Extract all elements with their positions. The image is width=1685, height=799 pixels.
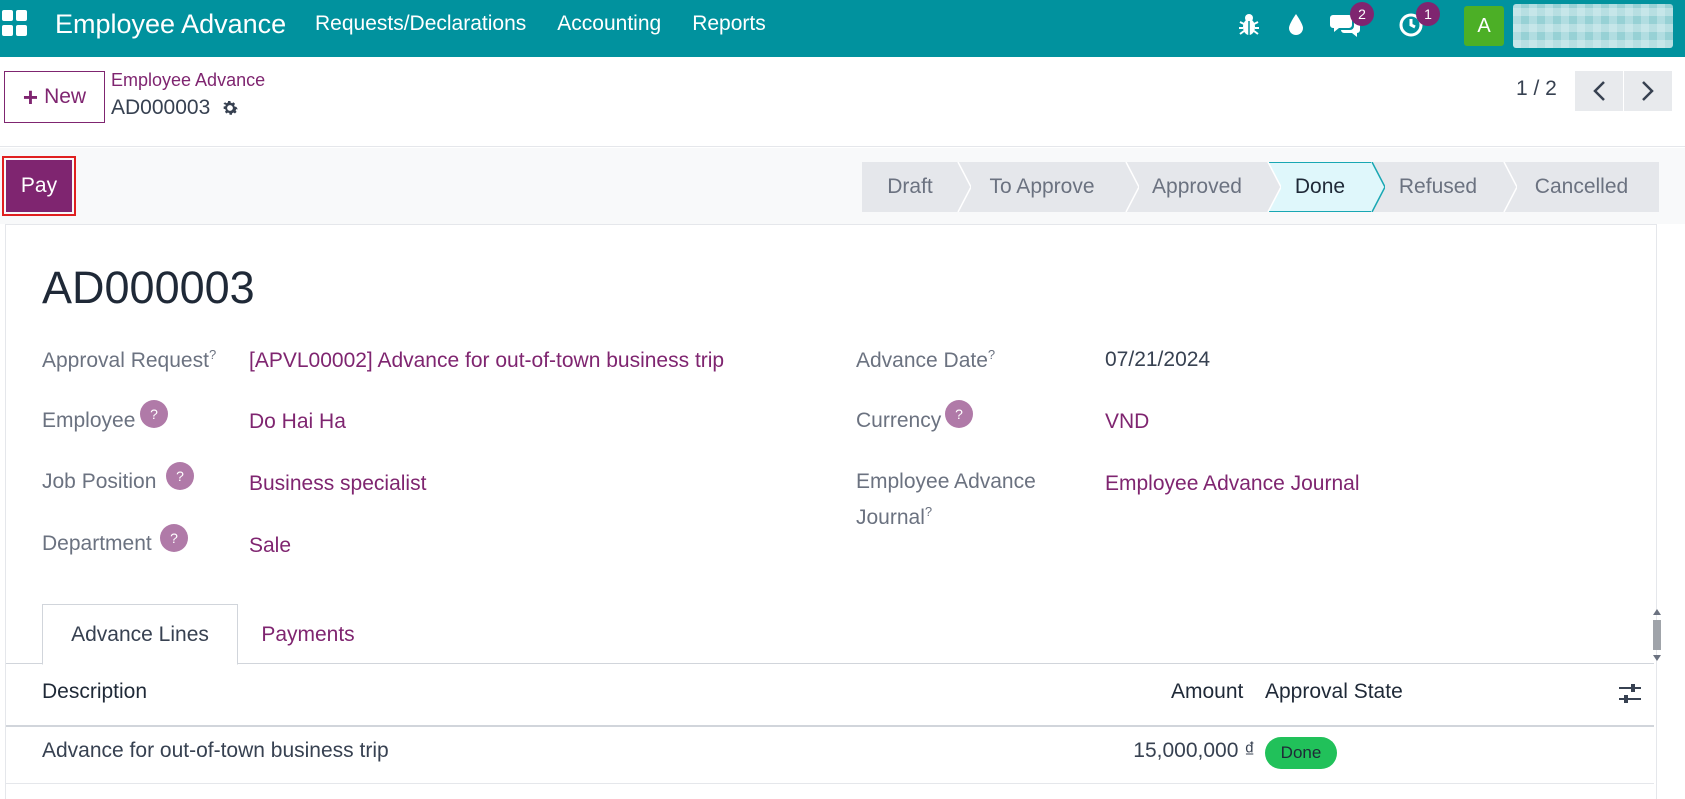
pay-highlight: Pay xyxy=(2,156,76,216)
journal-label-line2: Journal? xyxy=(856,504,933,529)
stage-refused[interactable]: Refused xyxy=(1372,162,1517,212)
stage-draft[interactable]: Draft xyxy=(862,162,971,212)
department-value[interactable]: Sale xyxy=(249,534,291,558)
gear-icon[interactable] xyxy=(220,98,240,118)
currency-value[interactable]: VND xyxy=(1105,410,1149,434)
chevron-right-icon xyxy=(1642,81,1654,101)
apps-grid-icon[interactable] xyxy=(2,10,28,36)
app-title[interactable]: Employee Advance xyxy=(55,9,286,40)
pager-previous-button[interactable] xyxy=(1575,71,1623,111)
column-amount[interactable]: Amount xyxy=(1171,680,1243,704)
pager-next-button[interactable] xyxy=(1624,71,1672,111)
record-name: AD000003 xyxy=(111,96,211,119)
department-label: Department xyxy=(42,532,152,555)
notebook-tabs: Advance Lines Payments xyxy=(6,604,1654,665)
stage-label: Done xyxy=(1294,175,1346,198)
form-sheet: AD000003 Approval Request? [APVL00002] A… xyxy=(5,224,1661,799)
row-divider xyxy=(6,783,1654,784)
currency-label: Currency xyxy=(856,409,942,432)
record-title: AD000003 xyxy=(42,262,255,313)
avatar[interactable]: A xyxy=(1464,6,1504,46)
employee-value[interactable]: Do Hai Ha xyxy=(249,410,346,434)
menu-requests-declarations[interactable]: Requests/Declarations xyxy=(315,12,526,36)
stage-label: To Approve xyxy=(989,175,1095,198)
stage-label: Refused xyxy=(1398,175,1478,198)
help-icon[interactable]: ? xyxy=(140,400,168,428)
column-approval-state[interactable]: Approval State xyxy=(1265,680,1403,704)
top-navbar: Employee Advance Requests/Declarations A… xyxy=(0,0,1685,57)
status-stages: Draft To Approve Approved Done Refused C… xyxy=(862,162,1659,212)
stage-to-approve[interactable]: To Approve xyxy=(958,162,1139,212)
new-button[interactable]: + New xyxy=(4,71,105,123)
row-description[interactable]: Advance for out-of-town business trip xyxy=(42,739,389,763)
advance-date-label: Advance Date? xyxy=(856,347,996,372)
stage-approved[interactable]: Approved xyxy=(1126,162,1281,212)
pager-value[interactable]: 1 / 2 xyxy=(1516,77,1557,101)
stage-done[interactable]: Done xyxy=(1268,162,1385,212)
approval-request-label: Approval Request? xyxy=(42,347,217,372)
messages-icon[interactable]: 2 xyxy=(1330,2,1374,40)
help-icon[interactable]: ? xyxy=(166,462,194,490)
table-header-divider xyxy=(6,725,1654,727)
journal-value[interactable]: Employee Advance Journal xyxy=(1105,472,1360,496)
menu-reports[interactable]: Reports xyxy=(692,12,766,36)
scrollbar[interactable] xyxy=(1651,607,1663,663)
plus-icon: + xyxy=(22,82,39,112)
stage-label: Draft xyxy=(887,175,933,198)
stage-separator xyxy=(957,162,971,212)
advance-date-value[interactable]: 07/21/2024 xyxy=(1105,348,1210,372)
tab-advance-lines[interactable]: Advance Lines xyxy=(42,604,238,665)
new-button-label: New xyxy=(44,85,87,108)
status-badge: Done xyxy=(1265,737,1337,769)
pay-button[interactable]: Pay xyxy=(6,160,72,212)
job-position-label: Job Position xyxy=(42,470,157,493)
breadcrumb-current: AD000003 xyxy=(111,96,240,120)
column-description[interactable]: Description xyxy=(42,680,147,704)
help-icon[interactable]: ? xyxy=(945,400,973,428)
chevron-left-icon xyxy=(1593,81,1605,101)
employee-label: Employee xyxy=(42,409,136,432)
control-panel: + New Employee Advance AD000003 1 / 2 xyxy=(0,57,1685,147)
activity-clock-icon[interactable]: 1 xyxy=(1396,2,1440,40)
breadcrumb[interactable]: Employee Advance xyxy=(111,70,265,91)
row-amount[interactable]: 15,000,000 ₫ xyxy=(1006,739,1255,763)
stage-separator xyxy=(1125,162,1139,212)
job-position-value[interactable]: Business specialist xyxy=(249,472,426,496)
blurred-username[interactable] xyxy=(1513,4,1673,48)
stage-label: Approved xyxy=(1152,175,1242,198)
tab-payments[interactable]: Payments xyxy=(238,604,378,665)
stage-separator xyxy=(1503,162,1517,212)
menu-accounting[interactable]: Accounting xyxy=(557,12,661,36)
main-menu: Requests/Declarations Accounting Reports xyxy=(315,12,766,36)
journal-label-line1: Employee Advance xyxy=(856,470,1036,493)
stage-label: Cancelled xyxy=(1534,175,1629,198)
help-icon[interactable]: ? xyxy=(160,524,188,552)
optional-columns-icon[interactable] xyxy=(1618,683,1642,705)
approval-request-value[interactable]: [APVL00002] Advance for out-of-town busi… xyxy=(249,349,724,373)
bug-icon[interactable] xyxy=(1234,10,1264,40)
activities-count-badge: 1 xyxy=(1416,2,1440,26)
form-statusbar: Pay Draft To Approve Approved Done Refus… xyxy=(0,148,1685,224)
messages-count-badge: 2 xyxy=(1350,2,1374,26)
droplet-icon[interactable] xyxy=(1281,10,1311,40)
stage-separator xyxy=(1371,162,1385,212)
stage-separator xyxy=(1267,162,1281,212)
stage-cancelled[interactable]: Cancelled xyxy=(1504,162,1659,212)
